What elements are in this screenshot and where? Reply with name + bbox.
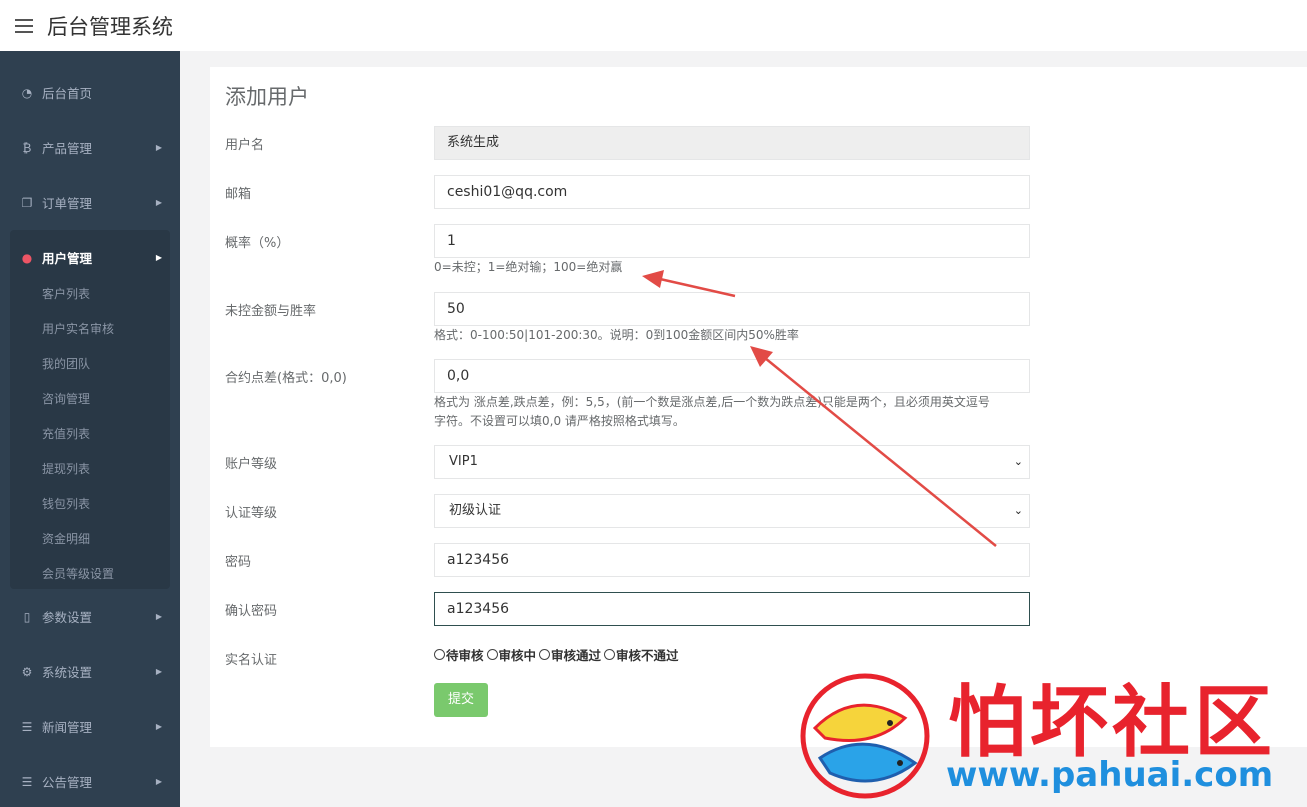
- sidebar-item-params[interactable]: ▯ 参数设置 ▶: [0, 589, 180, 644]
- subnav-recharge[interactable]: 充值列表: [10, 417, 170, 452]
- sidebar-item-label: 产品管理: [42, 141, 93, 156]
- radio-rejected[interactable]: 审核不通过: [604, 645, 679, 664]
- sidebar-item-news[interactable]: ☰ 新闻管理 ▶: [0, 699, 180, 754]
- sidebar-item-label: 订单管理: [42, 196, 93, 211]
- spread-field[interactable]: 0,0: [434, 359, 1030, 393]
- subnav-my-team[interactable]: 我的团队: [10, 347, 170, 382]
- subnav-fund-detail[interactable]: 资金明细: [10, 522, 170, 557]
- hamburger-menu-icon[interactable]: [15, 18, 33, 33]
- sidebar-item-products[interactable]: ₿ 产品管理 ▶: [0, 120, 180, 175]
- password-label: 密码: [225, 555, 252, 570]
- radio-circle-icon: [434, 649, 445, 660]
- sidebar-item-system[interactable]: ⚙ 系统设置 ▶: [0, 644, 180, 699]
- submit-button[interactable]: 提交: [434, 683, 488, 717]
- subnav-wallet[interactable]: 钱包列表: [10, 487, 170, 522]
- copy-document-icon: ❐: [21, 195, 33, 210]
- uncontrolled-label: 未控金额与胜率: [225, 304, 317, 319]
- cert-level-select[interactable]: 初级认证 ⌄: [434, 494, 1030, 528]
- fish-logo-icon: [800, 673, 930, 799]
- chevron-down-icon: ⌄: [1013, 455, 1023, 468]
- spread-label: 合约点差(格式：0,0): [225, 371, 347, 386]
- bitcoin-icon: ₿: [22, 140, 32, 155]
- radio-pending[interactable]: 待审核: [434, 645, 484, 664]
- radio-approved[interactable]: 审核通过: [539, 645, 601, 664]
- chevron-right-icon: ▶: [155, 143, 162, 152]
- gears-icon: ⚙: [21, 664, 33, 679]
- username-label: 用户名: [225, 138, 265, 153]
- spread-help-line2: 字符。不设置可以填0,0 请严格按照格式填写。: [434, 414, 685, 428]
- subnav-withdraw[interactable]: 提现列表: [10, 452, 170, 487]
- user-icon: ●: [21, 250, 33, 265]
- realname-radio-group: 待审核 审核中 审核通过 审核不通过: [434, 645, 682, 664]
- watermark-url: www.pahuai.com: [946, 755, 1274, 795]
- cert-level-label: 认证等级: [225, 506, 278, 521]
- confirm-password-label: 确认密码: [225, 604, 278, 619]
- probability-field[interactable]: 1: [434, 224, 1030, 258]
- uncontrolled-help: 格式：0-100:50|101-200:30。说明：0到100金额区间内50%胜…: [434, 328, 799, 342]
- account-level-value: VIP1: [449, 454, 478, 469]
- chevron-right-icon: ▶: [155, 777, 162, 786]
- sidebar-item-label: 新闻管理: [42, 720, 93, 735]
- subnav-consult[interactable]: 咨询管理: [10, 382, 170, 417]
- radio-reviewing[interactable]: 审核中: [486, 645, 537, 664]
- dashboard-icon: ◔: [21, 85, 33, 100]
- radio-circle-icon: [486, 649, 498, 660]
- chevron-right-icon: ▶: [155, 253, 162, 262]
- file-icon: ▯: [23, 609, 31, 624]
- app-title: 后台管理系统: [47, 14, 173, 39]
- account-level-label: 账户等级: [225, 457, 278, 472]
- cert-level-value: 初级认证: [449, 503, 502, 518]
- probability-label: 概率（%）: [225, 236, 290, 251]
- radio-label: 审核中: [498, 648, 537, 663]
- page-title: 添加用户: [225, 85, 309, 109]
- sidebar-item-label: 用户管理: [42, 251, 93, 266]
- realname-label: 实名认证: [225, 653, 278, 668]
- chevron-right-icon: ▶: [155, 612, 162, 621]
- chevron-right-icon: ▶: [155, 722, 162, 731]
- sidebar-item-label: 后台首页: [42, 86, 93, 101]
- spread-help-line1: 格式为 涨点差,跌点差，例：5,5，(前一个数是涨点差,后一个数为跌点差)只能是…: [434, 395, 990, 409]
- sidebar-item-users[interactable]: ● 用户管理 ▶: [10, 230, 170, 285]
- list-icon: ☰: [21, 774, 33, 789]
- radio-label: 审核通过: [551, 648, 602, 663]
- top-header: 后台管理系统: [0, 0, 1307, 51]
- sidebar-item-label: 参数设置: [42, 610, 93, 625]
- uncontrolled-field[interactable]: 50: [434, 292, 1030, 326]
- radio-label: 审核不通过: [616, 648, 679, 663]
- chevron-right-icon: ▶: [155, 667, 162, 676]
- subnav-member-level[interactable]: 会员等级设置: [10, 557, 170, 589]
- sidebar-item-label: 公告管理: [42, 775, 93, 790]
- account-level-select[interactable]: VIP1 ⌄: [434, 445, 1030, 479]
- list-icon: ☰: [21, 719, 33, 734]
- add-user-card: 添加用户 用户名 系统生成 邮箱 ceshi01@qq.com 概率（%） 1 …: [210, 67, 1307, 747]
- radio-label: 待审核: [446, 648, 484, 663]
- sidebar-group-users: ● 用户管理 ▶ 客户列表 用户实名审核 我的团队 咨询管理 充值列表 提现列表…: [10, 230, 170, 589]
- sidebar-item-label: 系统设置: [42, 665, 93, 680]
- chevron-right-icon: ▶: [155, 198, 162, 207]
- confirm-password-field[interactable]: a123456: [434, 592, 1030, 626]
- sidebar-item-orders[interactable]: ❐ 订单管理 ▶: [0, 175, 180, 230]
- radio-circle-icon: [604, 649, 616, 660]
- chevron-down-icon: ⌄: [1013, 504, 1023, 517]
- probability-help: 0=未控；1=绝对输；100=绝对赢: [434, 260, 623, 274]
- username-field: 系统生成: [434, 126, 1030, 160]
- radio-circle-icon: [539, 649, 551, 660]
- sidebar-item-dashboard[interactable]: ◔ 后台首页: [0, 65, 180, 120]
- sidebar-item-notices[interactable]: ☰ 公告管理 ▶: [0, 754, 180, 807]
- sidebar: ◔ 后台首页 ₿ 产品管理 ▶ ❐ 订单管理 ▶ ● 用户管理 ▶ 客户列表 用…: [0, 51, 180, 807]
- password-field[interactable]: a123456: [434, 543, 1030, 577]
- email-label: 邮箱: [225, 187, 252, 202]
- email-field[interactable]: ceshi01@qq.com: [434, 175, 1030, 209]
- subnav-realname-review[interactable]: 用户实名审核: [10, 312, 170, 347]
